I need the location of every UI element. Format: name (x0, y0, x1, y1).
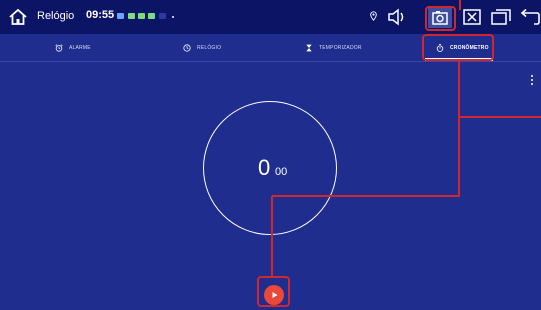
annotation-line (271, 196, 273, 276)
back-icon[interactable] (518, 8, 540, 26)
tab-label: TEMPORIZADOR (319, 44, 362, 51)
notification-icon (128, 13, 135, 19)
location-icon (370, 11, 377, 21)
hourglass-icon (306, 44, 312, 51)
notification-icon (159, 13, 166, 19)
play-icon (272, 292, 278, 298)
tab-relogio[interactable]: RELÓGIO (183, 34, 221, 61)
tab-temporizador[interactable]: TEMPORIZADOR (305, 34, 362, 61)
volume-icon[interactable] (387, 8, 407, 26)
annotation-line (458, 116, 541, 118)
tab-label: ALARME (69, 44, 91, 51)
annotation-line (458, 60, 460, 118)
annotation-line (459, 0, 461, 10)
annotation-line (458, 117, 460, 197)
notification-icon (148, 13, 155, 19)
stopwatch-centiseconds: 00 (275, 166, 288, 178)
more-notifications-icon (172, 16, 174, 18)
close-window-icon[interactable] (462, 8, 482, 26)
recent-apps-icon[interactable] (490, 8, 512, 26)
app-title: Relógio (37, 10, 75, 22)
annotation-highlight-screenshot (425, 6, 456, 31)
alarm-icon (55, 43, 63, 52)
annotation-highlight-cronometro (422, 34, 494, 61)
tab-alarme[interactable]: ALARME (55, 34, 91, 61)
notification-icon (138, 13, 145, 19)
overflow-menu-button[interactable] (528, 75, 536, 89)
annotation-line (272, 195, 460, 197)
clock-icon (183, 43, 191, 52)
notification-icon (117, 13, 124, 19)
stopwatch-seconds: 0 (258, 155, 271, 180)
tab-label: RELÓGIO (197, 44, 222, 51)
status-time: 09:55 (86, 9, 115, 21)
home-icon[interactable] (8, 8, 28, 26)
start-button[interactable] (264, 285, 284, 305)
